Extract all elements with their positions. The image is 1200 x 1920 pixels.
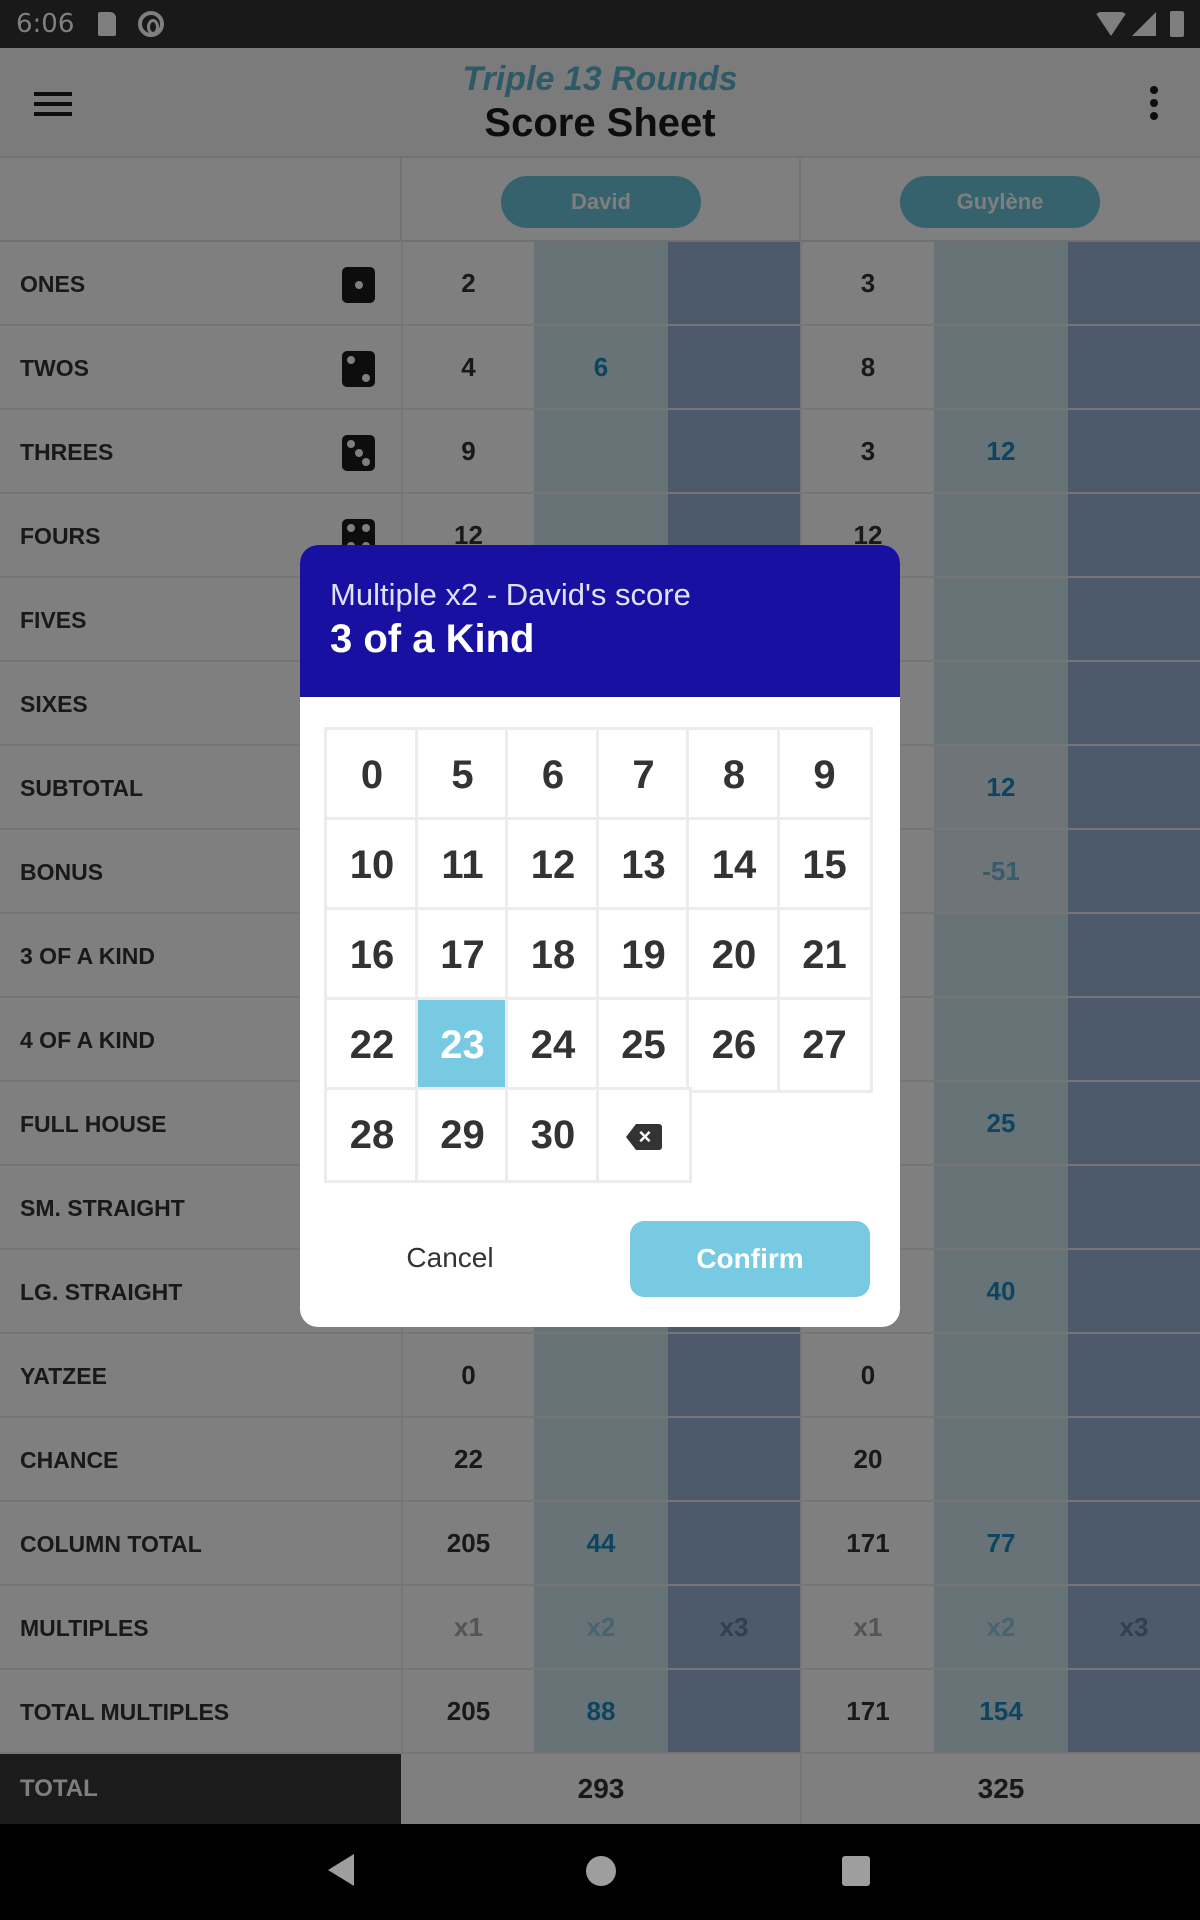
keypad-key[interactable]: 30 [505, 1087, 601, 1183]
keypad-key[interactable]: 18 [505, 907, 601, 1003]
keypad-key[interactable]: 14 [686, 817, 782, 913]
keypad-key[interactable]: 26 [686, 997, 782, 1093]
keypad-key[interactable]: 12 [505, 817, 601, 913]
back-icon[interactable] [328, 1854, 354, 1886]
keypad-key[interactable]: 23 [414, 997, 511, 1093]
recents-icon[interactable] [842, 1856, 870, 1886]
keypad-key[interactable]: 15 [776, 817, 873, 913]
keypad-key[interactable]: 22 [324, 997, 420, 1093]
system-nav-bar [0, 1824, 1200, 1920]
score-picker-dialog: Multiple x2 - David's score 3 of a Kind … [300, 545, 900, 1327]
keypad-key[interactable]: 24 [505, 997, 601, 1093]
keypad-key[interactable]: 0 [324, 727, 420, 823]
keypad-key[interactable]: 19 [595, 907, 692, 1003]
keypad-key[interactable]: 17 [414, 907, 511, 1003]
confirm-button[interactable]: Confirm [630, 1221, 870, 1297]
keypad-key[interactable]: 25 [595, 997, 692, 1093]
keypad-key[interactable]: 8 [686, 727, 782, 823]
keypad-key[interactable]: 29 [414, 1087, 511, 1183]
backspace-icon: × [625, 1124, 662, 1151]
keypad-key[interactable]: 7 [595, 727, 692, 823]
keypad-key[interactable]: 20 [686, 907, 782, 1003]
keypad-key[interactable]: 16 [324, 907, 420, 1003]
dialog-subtitle: Multiple x2 - David's score [330, 577, 691, 612]
cancel-button[interactable]: Cancel [360, 1220, 540, 1296]
home-icon[interactable] [586, 1856, 616, 1886]
keypad-key[interactable]: 10 [324, 817, 420, 913]
keypad-key[interactable]: 13 [595, 817, 692, 913]
keypad-key[interactable]: 6 [505, 727, 601, 823]
backspace-button[interactable]: × [595, 1087, 692, 1183]
keypad-key[interactable]: 9 [776, 727, 873, 823]
dialog-header: Multiple x2 - David's score 3 of a Kind [300, 545, 900, 697]
dialog-title: 3 of a Kind [330, 617, 535, 661]
keypad-key[interactable]: 5 [414, 727, 511, 823]
keypad-key[interactable]: 11 [414, 817, 511, 913]
keypad-key[interactable]: 27 [776, 997, 873, 1093]
keypad-key[interactable]: 28 [324, 1087, 420, 1183]
keypad-key[interactable]: 21 [776, 907, 873, 1003]
